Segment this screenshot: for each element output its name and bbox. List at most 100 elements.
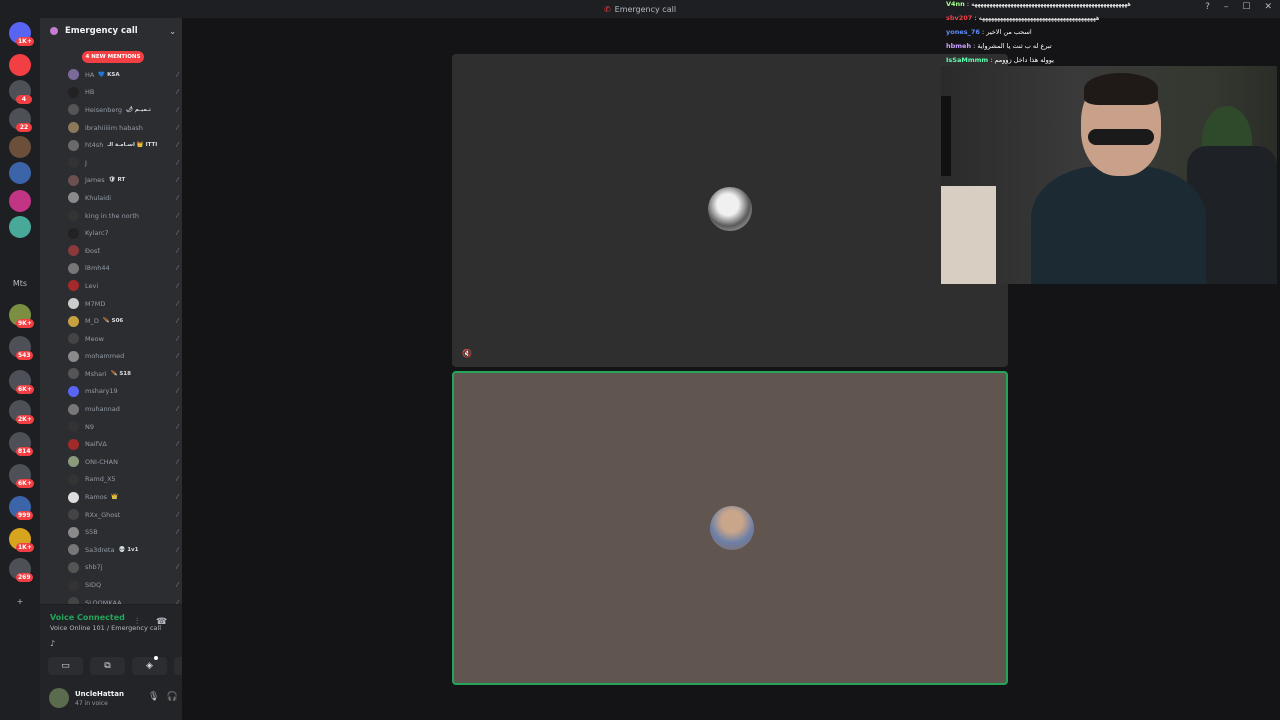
- voice-member[interactable]: Ramos 👑 ⁄: [68, 488, 178, 506]
- voice-member[interactable]: Khulaidi ⁄: [68, 189, 178, 207]
- voice-member[interactable]: N9 ⁄: [68, 418, 178, 436]
- server-icon[interactable]: [9, 190, 31, 212]
- avatar: [68, 139, 79, 151]
- unread-badge: 814: [16, 447, 33, 456]
- speaker-icon: [50, 27, 58, 35]
- help-icon[interactable]: ?: [1205, 2, 1210, 12]
- camera-button[interactable]: ▭: [48, 657, 83, 675]
- unread-badge: 2K+: [16, 415, 34, 424]
- noise-suppression-icon[interactable]: ♪: [50, 639, 55, 648]
- voice-channel-path[interactable]: Voice Online 101 / Emergency call: [50, 624, 161, 632]
- voice-member[interactable]: ibrahiiiiim habash ⁄: [68, 119, 178, 137]
- activity-button[interactable]: ◈: [132, 656, 167, 675]
- avatar: [68, 69, 79, 81]
- participant-avatar: [708, 187, 752, 231]
- member-name: HB: [85, 88, 95, 97]
- voice-member[interactable]: ONI-CHAN ⁄: [68, 453, 178, 471]
- avatar[interactable]: [49, 688, 69, 708]
- voice-member[interactable]: mohammed ⁄: [68, 348, 178, 366]
- member-name: SIDQ: [85, 581, 102, 590]
- voice-member[interactable]: Ɖosƭ ⁄: [68, 242, 178, 260]
- server-rail: 1K+ 4 22 Mts 9K+ 543 6K+ 2K+ 814 6K+ 999 1K+ 269 +: [0, 18, 40, 720]
- voice-member[interactable]: Heisenberg 🌶 تـميـم ⁄: [68, 101, 178, 119]
- member-name: ht4sh: [85, 141, 104, 150]
- minimize-button[interactable]: –: [1224, 2, 1229, 12]
- voice-member[interactable]: Kylarc7 ⁄: [68, 224, 178, 242]
- disconnect-icon[interactable]: ☎: [156, 617, 167, 627]
- server-icon[interactable]: [9, 216, 31, 238]
- member-name: Ɖosƭ: [85, 246, 100, 255]
- muted-icon: ⁄: [176, 545, 178, 554]
- noise-waveform-icon[interactable]: ⫶: [136, 617, 138, 627]
- close-button[interactable]: ✕: [1264, 2, 1272, 12]
- chat-message: yones_76 : اسحب من الاخير: [946, 28, 1032, 36]
- voice-member[interactable]: James 🛡 RT ⁄: [68, 172, 178, 190]
- chevron-down-icon[interactable]: ⌄: [169, 27, 176, 36]
- member-name: Ramd_X5: [85, 475, 116, 484]
- maximize-button[interactable]: ☐: [1242, 2, 1250, 12]
- muted-icon: ⁄: [176, 281, 178, 290]
- voice-member[interactable]: Sa3dreta 💀 1v1 ⁄: [68, 541, 178, 559]
- avatar: [68, 227, 79, 239]
- voice-member[interactable]: Meow ⁄: [68, 330, 178, 348]
- headphones-icon[interactable]: 🎧: [166, 692, 177, 702]
- muted-icon: ⁄: [176, 493, 178, 502]
- member-name: shb7j: [85, 563, 103, 572]
- add-server-button[interactable]: +: [9, 597, 31, 606]
- muted-icon: ⁄: [176, 246, 178, 255]
- voice-member[interactable]: king in the north ⁄: [68, 207, 178, 225]
- avatar: [68, 210, 79, 222]
- member-name: M7MD: [85, 299, 106, 308]
- unread-badge: 9K+: [16, 319, 34, 328]
- voice-channel-header[interactable]: Emergency call ⌄: [50, 24, 176, 38]
- voice-member[interactable]: l8mh44 ⁄: [68, 260, 178, 278]
- screen-share-button[interactable]: ⧉: [90, 657, 125, 675]
- avatar: [68, 368, 79, 380]
- participant-tile-speaking[interactable]: [452, 371, 1008, 685]
- window-controls: ? – ☐ ✕: [1205, 2, 1272, 12]
- muted-icon: ⁄: [176, 264, 178, 273]
- voice-member[interactable]: muhannad ⁄: [68, 400, 178, 418]
- voice-member[interactable]: shb7j ⁄: [68, 559, 178, 577]
- server-icon[interactable]: [9, 162, 31, 184]
- voice-member[interactable]: J ⁄: [68, 154, 178, 172]
- unread-badge: 22: [16, 123, 32, 132]
- member-name: James: [85, 176, 105, 185]
- window-title: Emergency call: [614, 4, 677, 14]
- voice-member[interactable]: mshary19 ⁄: [68, 383, 178, 401]
- participant-avatar: [710, 506, 754, 550]
- voice-member[interactable]: Levi ⁄: [68, 277, 178, 295]
- voice-member[interactable]: S5B ⁄: [68, 523, 178, 541]
- user-status: 47 in voice: [75, 700, 108, 707]
- voice-member[interactable]: NaifVΔ ⁄: [68, 435, 178, 453]
- member-name: king in the north: [85, 211, 140, 220]
- voice-member[interactable]: Mshari 🪶 S18 ⁄: [68, 365, 178, 383]
- avatar: [68, 262, 79, 274]
- muted-icon: ⁄: [176, 510, 178, 519]
- unread-badge: 543: [16, 351, 33, 360]
- avatar: [68, 350, 79, 362]
- voice-member[interactable]: M_D 🪶 S06 ⁄: [68, 312, 178, 330]
- avatar: [68, 333, 79, 345]
- webcam-overlay: [941, 66, 1277, 284]
- voice-member[interactable]: RXx_Ghost ⁄: [68, 506, 178, 524]
- voice-member[interactable]: HA 💙 KSA ⁄: [68, 66, 178, 84]
- muted-icon: ⁄: [176, 528, 178, 537]
- chat-username: sbv207: [946, 14, 973, 22]
- microphone-icon[interactable]: 🎙: [148, 692, 159, 702]
- server-icon[interactable]: [9, 136, 31, 158]
- server-icon[interactable]: [9, 54, 31, 76]
- user-panel: UncleHattan 47 in voice 🎙 🎧 ⚙: [40, 684, 193, 720]
- new-mentions-badge[interactable]: 4 NEW MENTIONS: [82, 51, 144, 63]
- voice-member[interactable]: ht4sh اسـامـة الـ 👑 ITTI ⁄: [68, 136, 178, 154]
- chat-text: يووله هذا داخل زوومم: [994, 56, 1054, 64]
- server-icon[interactable]: Mts: [9, 279, 31, 288]
- avatar: [68, 192, 79, 204]
- voice-member[interactable]: Ramd_X5 ⁄: [68, 471, 178, 489]
- voice-member[interactable]: SIDQ ⁄: [68, 576, 178, 594]
- voice-member[interactable]: M7MD ⁄: [68, 295, 178, 313]
- voice-member[interactable]: HB ⁄: [68, 84, 178, 102]
- muted-icon: ⁄: [176, 352, 178, 361]
- avatar: [68, 438, 79, 450]
- participant-tile[interactable]: 🔇: [452, 54, 1008, 367]
